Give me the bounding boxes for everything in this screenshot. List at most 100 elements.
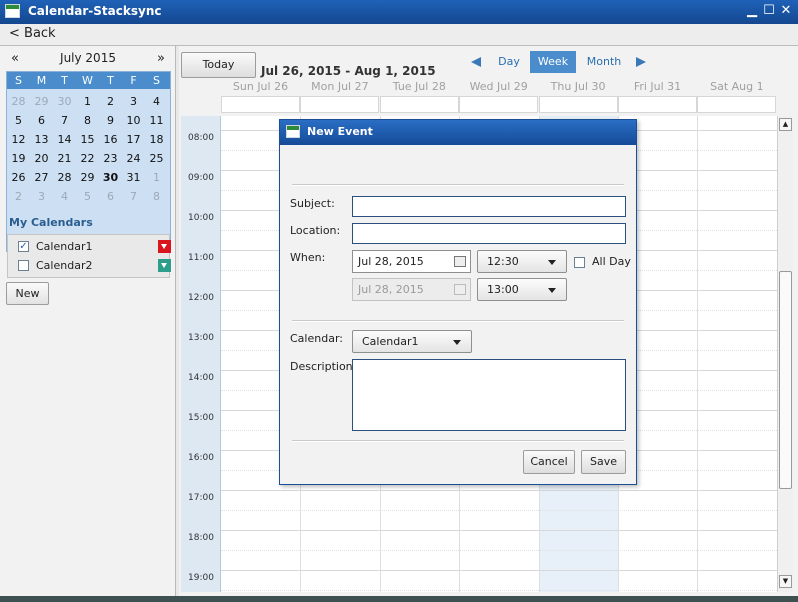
divider — [292, 320, 624, 322]
end-date-field: Jul 28, 2015 — [352, 278, 471, 301]
mini-calendar-day[interactable]: 29 — [76, 168, 99, 187]
end-time-select[interactable]: 13:00 — [477, 278, 567, 301]
mini-calendar-day[interactable]: 17 — [122, 130, 145, 149]
mini-calendar-day[interactable]: 9 — [99, 111, 122, 130]
mini-calendar-day[interactable]: 13 — [30, 130, 53, 149]
tab-month[interactable]: Month — [583, 51, 625, 73]
mini-calendar-day[interactable]: 28 — [7, 92, 30, 111]
all-day-cell[interactable] — [221, 96, 300, 113]
day-column-header[interactable]: Tue Jul 28 — [380, 80, 459, 93]
mini-calendar-day[interactable]: 26 — [7, 168, 30, 187]
new-calendar-button[interactable]: New — [6, 282, 49, 305]
location-label: Location: — [290, 224, 341, 237]
day-column-header[interactable]: Sun Jul 26 — [221, 80, 300, 93]
mini-calendar-day[interactable]: 4 — [145, 92, 168, 111]
calendar1-checkbox[interactable]: ✓ — [18, 241, 29, 252]
all-day-checkbox[interactable] — [574, 257, 585, 268]
all-day-cell[interactable] — [300, 96, 380, 113]
back-button[interactable]: < Back — [9, 26, 56, 41]
scroll-up-icon[interactable]: ▲ — [779, 118, 792, 131]
mini-calendar-day[interactable]: 1 — [76, 92, 99, 111]
mini-calendar-day[interactable]: 22 — [76, 149, 99, 168]
subject-input[interactable] — [352, 196, 626, 217]
today-button[interactable]: Today — [181, 52, 256, 78]
mini-calendar-day[interactable]: 5 — [7, 111, 30, 130]
scrollbar-thumb[interactable] — [779, 271, 792, 489]
calendar-select[interactable]: Calendar1 — [352, 330, 472, 353]
day-column-header[interactable]: Wed Jul 29 — [459, 80, 538, 93]
mini-calendar-day[interactable]: 6 — [99, 187, 122, 206]
left-panel: July 2015 « » SMTWTFS 28 29 30 1 2 3 4 5 6 7 8 9 10 1… — [0, 46, 176, 596]
mini-calendar-day[interactable]: 2 — [7, 187, 30, 206]
mini-calendar-day[interactable]: 4 — [53, 187, 76, 206]
mini-calendar-day[interactable]: 25 — [145, 149, 168, 168]
cancel-button[interactable]: Cancel — [523, 450, 575, 474]
mini-calendar-day[interactable]: 30 — [53, 92, 76, 111]
start-date-field[interactable]: Jul 28, 2015 — [352, 250, 471, 273]
mini-calendar-day[interactable]: 19 — [7, 149, 30, 168]
previous-period-arrow-icon[interactable] — [471, 57, 481, 67]
mini-calendar-day[interactable]: 8 — [76, 111, 99, 130]
calendar1-color-menu-icon[interactable] — [158, 240, 171, 253]
mini-calendar-day[interactable]: 7 — [122, 187, 145, 206]
calendar2-checkbox[interactable] — [18, 260, 29, 271]
vertical-scrollbar[interactable]: ▲ ▼ — [777, 116, 793, 592]
window-title: Calendar-Stacksync — [28, 4, 162, 18]
all-day-label: All Day — [592, 255, 631, 268]
hour-label: 13:00 — [188, 333, 214, 343]
all-day-cell[interactable] — [697, 96, 777, 113]
all-day-cell[interactable] — [538, 96, 618, 113]
close-button[interactable]: ✕ — [778, 2, 794, 20]
next-period-arrow-icon[interactable] — [636, 57, 646, 67]
hour-gridline — [221, 570, 777, 571]
mini-calendar-day[interactable]: 24 — [122, 149, 145, 168]
mini-calendar-day[interactable]: 10 — [122, 111, 145, 130]
day-column-header[interactable]: Mon Jul 27 — [300, 80, 379, 93]
tab-week[interactable]: Week — [530, 51, 576, 73]
weekday-header: W — [82, 74, 93, 87]
calendar2-color-menu-icon[interactable] — [158, 259, 171, 272]
mini-calendar-today[interactable]: 30 — [99, 168, 122, 187]
my-calendars-list: ✓ Calendar1 Calendar2 — [7, 234, 171, 278]
mini-calendar-day[interactable]: 28 — [53, 168, 76, 187]
mini-calendar-day[interactable]: 29 — [30, 92, 53, 111]
mini-calendar-day[interactable]: 18 — [145, 130, 168, 149]
mini-calendar-day[interactable]: 5 — [76, 187, 99, 206]
location-input[interactable] — [352, 223, 626, 244]
all-day-cell[interactable] — [379, 96, 459, 113]
day-column-header[interactable]: Fri Jul 31 — [618, 80, 697, 93]
mini-calendar-day[interactable]: 1 — [145, 168, 168, 187]
mini-calendar-day[interactable]: 8 — [145, 187, 168, 206]
date-picker-icon[interactable] — [454, 256, 466, 267]
start-time-select[interactable]: 12:30 — [477, 250, 567, 273]
next-month-button[interactable]: » — [157, 51, 165, 66]
day-column-header[interactable]: Thu Jul 30 — [539, 80, 618, 93]
description-textarea[interactable] — [352, 359, 626, 431]
mini-calendar-day[interactable]: 3 — [122, 92, 145, 111]
mini-calendar-day[interactable]: 11 — [145, 111, 168, 130]
hour-label: 17:00 — [188, 493, 214, 503]
mini-calendar-day[interactable]: 16 — [99, 130, 122, 149]
mini-calendar-day[interactable]: 23 — [99, 149, 122, 168]
mini-calendar-day[interactable]: 27 — [30, 168, 53, 187]
mini-calendar-day[interactable]: 14 — [53, 130, 76, 149]
mini-calendar-day[interactable]: 15 — [76, 130, 99, 149]
mini-calendar-day[interactable]: 20 — [30, 149, 53, 168]
mini-calendar-day[interactable]: 21 — [53, 149, 76, 168]
dialog-title-bar[interactable]: New Event — [280, 120, 636, 145]
minimize-button[interactable]: ▁ — [744, 2, 760, 20]
scroll-down-icon[interactable]: ▼ — [779, 575, 792, 588]
mini-calendar-day[interactable]: 31 — [122, 168, 145, 187]
save-button[interactable]: Save — [581, 450, 626, 474]
all-day-cell[interactable] — [618, 96, 697, 113]
all-day-cell[interactable] — [459, 96, 539, 113]
mini-calendar-day[interactable]: 6 — [30, 111, 53, 130]
tab-day[interactable]: Day — [491, 51, 527, 73]
mini-calendar-day[interactable]: 2 — [99, 92, 122, 111]
day-column-header[interactable]: Sat Aug 1 — [697, 80, 776, 93]
prev-month-button[interactable]: « — [11, 51, 19, 66]
mini-calendar-day[interactable]: 3 — [30, 187, 53, 206]
mini-calendar-day[interactable]: 7 — [53, 111, 76, 130]
maximize-button[interactable]: ☐ — [761, 2, 777, 20]
mini-calendar-day[interactable]: 12 — [7, 130, 30, 149]
